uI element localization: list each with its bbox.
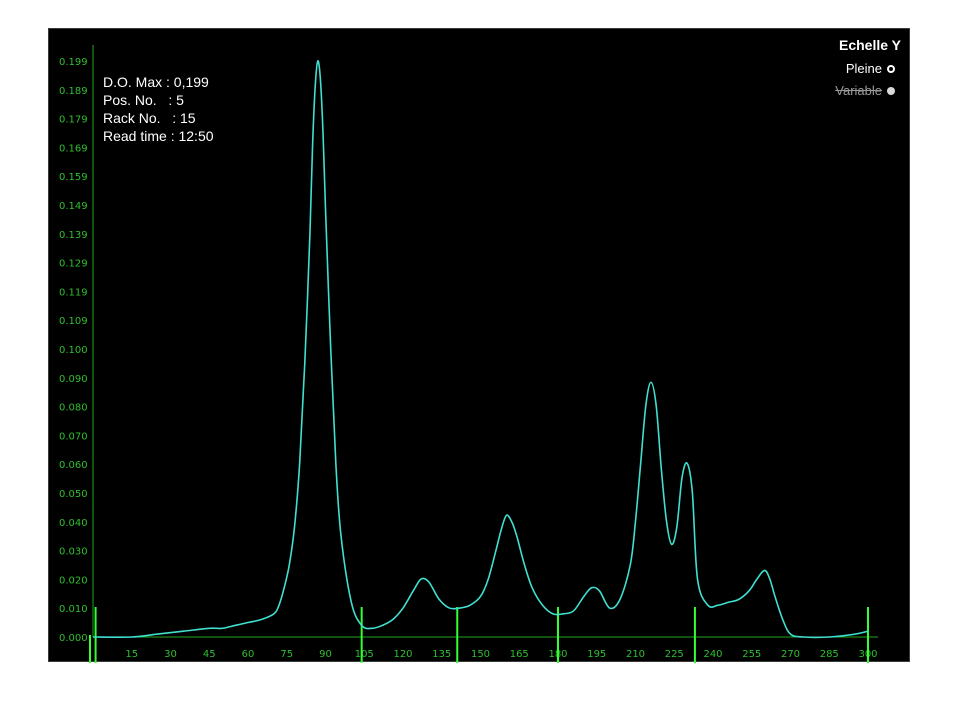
radio-unselected-icon[interactable]: [887, 86, 895, 95]
y-tick-label: 0.139: [59, 230, 88, 241]
chromatogram-panel: 0.199 0.189 0.179 0.169 0.159 0.149 0.139 0.129…: [48, 28, 910, 663]
radio-selected-icon[interactable]: [887, 64, 895, 73]
y-scale-variable-option[interactable]: Variable: [835, 83, 895, 98]
y-tick-label: 0.040: [59, 518, 88, 529]
y-tick-label: 0.179: [59, 115, 88, 126]
y-tick-label: 0.109: [59, 316, 88, 327]
x-tick-label: 210: [626, 649, 645, 660]
y-tick-label: 0.020: [59, 575, 88, 586]
x-tick-label: 270: [781, 649, 800, 660]
y-tick-label: 0.000: [59, 633, 88, 644]
x-tick-label: 15: [125, 649, 138, 660]
y-tick-label: 0.010: [59, 604, 88, 615]
y-tick-label: 0.070: [59, 431, 88, 442]
y-tick-label: 0.149: [59, 201, 88, 212]
rack-number-readout: Rack No. : 15: [103, 110, 196, 126]
y-tick-label: 0.100: [59, 345, 88, 356]
y-tick-label: 0.060: [59, 460, 88, 471]
x-tick-label: 285: [820, 649, 839, 660]
x-tick-label: 45: [203, 649, 216, 660]
x-tick-label: 135: [432, 649, 451, 660]
y-tick-label: 0.159: [59, 172, 88, 183]
x-tick-label: 60: [242, 649, 255, 660]
y-tick-label: 0.189: [59, 86, 88, 97]
y-tick-label: 0.080: [59, 403, 88, 414]
position-number-readout: Pos. No. : 5: [103, 92, 184, 108]
x-tick-label: 30: [164, 649, 177, 660]
absorbance-trace-line: [92, 60, 869, 639]
y-scale-title: Echelle Y: [838, 37, 901, 53]
y-scale-full-option[interactable]: Pleine: [846, 61, 895, 76]
y-tick-label: 0.199: [59, 57, 88, 68]
do-max-readout: D.O. Max : 0,199: [103, 74, 209, 90]
x-tick-label: 120: [393, 649, 412, 660]
x-tick-label: 225: [665, 649, 684, 660]
x-tick-label: 105: [355, 649, 374, 660]
y-tick-label: 0.090: [59, 374, 88, 385]
x-tick-label: 195: [587, 649, 606, 660]
y-tick-label: 0.169: [59, 143, 88, 154]
x-tick-label: 255: [742, 649, 761, 660]
x-tick-label: 75: [280, 649, 293, 660]
x-tick-label: 150: [471, 649, 490, 660]
y-scale-full-label: Pleine: [845, 61, 882, 76]
y-tick-label: 0.030: [59, 547, 88, 558]
read-time-readout: Read time : 12:50: [103, 128, 214, 144]
x-tick-label: 165: [510, 649, 529, 660]
x-tick-label: 240: [703, 649, 722, 660]
y-tick-label: 0.129: [59, 259, 88, 270]
x-tick-label: 90: [319, 649, 332, 660]
y-tick-label: 0.050: [59, 489, 88, 500]
y-tick-label: 0.119: [59, 287, 88, 298]
y-scale-variable-label: Variable: [835, 83, 882, 98]
